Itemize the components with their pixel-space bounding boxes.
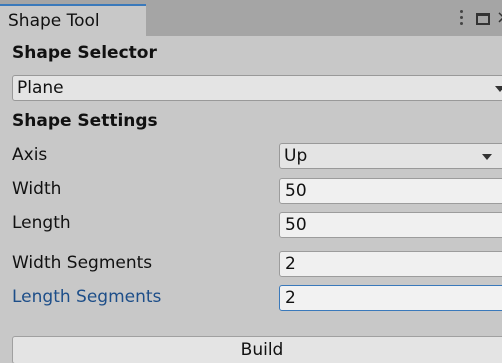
width-segments-field[interactable]: 2 (279, 251, 502, 277)
shape-settings-heading: Shape Settings (12, 111, 158, 131)
length-segments-value: 2 (285, 288, 296, 308)
shape-selector-dropdown[interactable]: Plane (12, 75, 502, 101)
dropdown-arrow-icon (482, 154, 492, 160)
close-icon[interactable]: × (496, 7, 502, 29)
length-segments-field[interactable]: 2 (279, 285, 502, 311)
build-button-label: Build (240, 340, 284, 360)
length-label: Length (12, 213, 71, 233)
shape-selector-heading: Shape Selector (12, 43, 157, 63)
length-field[interactable]: 50 (279, 212, 502, 238)
axis-label: Axis (12, 145, 48, 165)
length-segments-label: Length Segments (12, 287, 162, 307)
length-value: 50 (285, 215, 307, 235)
tab-title: Shape Tool (8, 11, 100, 31)
width-field[interactable]: 50 (279, 178, 502, 204)
axis-dropdown[interactable]: Up (279, 143, 502, 169)
shape-selector-value: Plane (17, 78, 64, 98)
width-segments-label: Width Segments (12, 253, 153, 273)
window-controls: × (442, 4, 502, 36)
maximize-icon[interactable] (476, 13, 490, 25)
width-segments-value: 2 (285, 254, 296, 274)
dropdown-arrow-icon (495, 86, 502, 92)
tab-shape-tool[interactable]: Shape Tool (0, 4, 146, 36)
width-value: 50 (285, 181, 307, 201)
kebab-menu-icon[interactable] (460, 10, 464, 28)
axis-value: Up (284, 146, 308, 166)
width-label: Width (12, 179, 62, 199)
build-button[interactable]: Build (12, 336, 502, 363)
shape-tool-window: Shape Tool × Shape Selector Plane Shape … (0, 0, 502, 363)
tab-bar: Shape Tool × (0, 0, 502, 36)
